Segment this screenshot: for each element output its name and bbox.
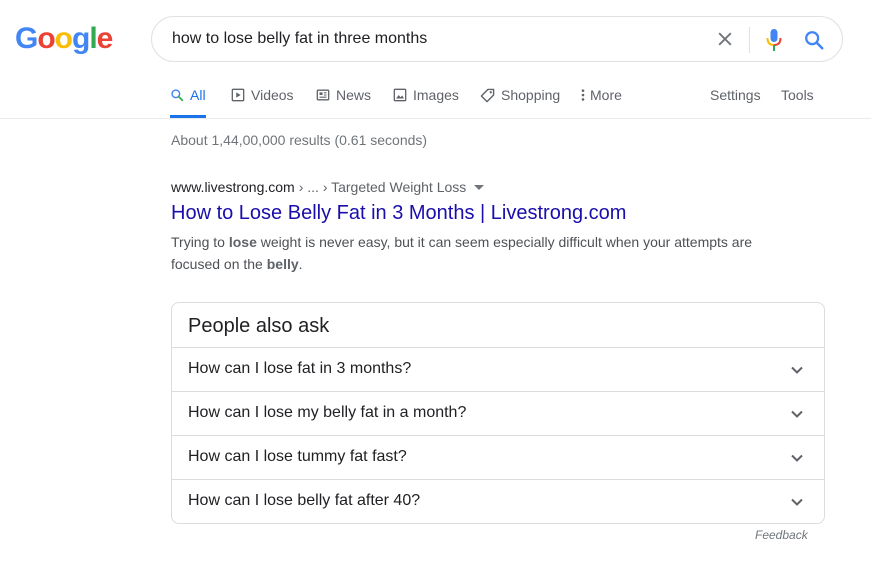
newspaper-icon [316, 89, 330, 101]
tab-videos[interactable]: Videos [231, 78, 294, 118]
tab-label: Shopping [501, 87, 561, 103]
tab-images[interactable]: Images [393, 78, 459, 118]
snippet-bold: lose [228, 234, 257, 250]
tab-all[interactable]: All [170, 78, 206, 118]
tab-label: News [336, 87, 372, 103]
logo-letter: l [89, 22, 97, 55]
image-icon [393, 88, 407, 102]
search-input[interactable] [172, 17, 702, 61]
result-title-link[interactable]: How to Lose Belly Fat in 3 Months | Live… [171, 202, 626, 225]
tab-news[interactable]: News [316, 78, 371, 118]
people-also-ask: People also ask How can I lose fat in 3 … [171, 302, 825, 524]
paa-question[interactable]: How can I lose my belly fat in a month? [172, 391, 824, 435]
tab-label: More [590, 87, 622, 103]
result-snippet: Trying to lose weight is never easy, but… [171, 231, 771, 275]
snippet-text: Trying to [171, 234, 229, 250]
chevron-down-icon [791, 454, 803, 462]
search-icon [171, 89, 184, 102]
result-breadcrumb: › ... › Targeted Weight Loss [298, 179, 467, 195]
settings-label: Settings [710, 87, 761, 103]
result-domain: www.livestrong.com [171, 179, 295, 195]
tools-label: Tools [781, 87, 814, 103]
result-stats: About 1,44,00,000 results (0.61 seconds) [171, 132, 428, 148]
microphone-icon[interactable] [764, 27, 784, 53]
google-logo[interactable]: Google [15, 22, 114, 56]
logo-letter: g [72, 22, 90, 55]
paa-question-text: How can I lose belly fat after 40? [188, 492, 421, 509]
chevron-down-icon [791, 366, 803, 374]
caret-down-icon[interactable] [474, 184, 485, 190]
chevron-down-icon [791, 410, 803, 418]
search-icon[interactable] [803, 29, 825, 51]
logo-letter: G [15, 22, 38, 55]
close-icon[interactable] [715, 29, 735, 49]
paa-question[interactable]: How can I lose belly fat after 40? [172, 479, 824, 523]
tag-icon [480, 88, 495, 102]
logo-letter: o [54, 22, 73, 55]
paa-question-text: How can I lose tummy fat fast? [188, 448, 407, 465]
tools-link[interactable]: Tools [781, 78, 814, 118]
divider [749, 27, 750, 53]
paa-question-text: How can I lose fat in 3 months? [188, 360, 412, 377]
snippet-text: . [298, 256, 303, 272]
tab-label: Videos [251, 87, 294, 103]
search-box [151, 16, 843, 62]
chevron-down-icon [791, 498, 803, 506]
tab-label: Images [413, 87, 459, 103]
feedback-link[interactable]: Feedback [755, 528, 808, 542]
search-tabs: All Videos News Images Shopping More Set… [160, 78, 840, 118]
play-icon [231, 88, 245, 102]
tab-label: All [190, 87, 206, 103]
paa-question-text: How can I lose my belly fat in a month? [188, 404, 467, 421]
paa-question[interactable]: How can I lose fat in 3 months? [172, 347, 824, 391]
logo-letter: e [96, 22, 114, 55]
result-url: www.livestrong.com › ... › Targeted Weig… [171, 179, 485, 195]
tab-shopping[interactable]: Shopping [480, 78, 560, 118]
logo-letter: o [37, 22, 55, 55]
settings-link[interactable]: Settings [710, 78, 761, 118]
paa-title: People also ask [188, 315, 330, 337]
tab-more[interactable]: More [580, 78, 622, 118]
header-divider [0, 118, 871, 119]
snippet-bold: belly [266, 256, 299, 272]
more-vert-icon [581, 89, 585, 101]
paa-question[interactable]: How can I lose tummy fat fast? [172, 435, 824, 479]
snippet-text: weight is never easy, but it can seem es… [171, 234, 753, 272]
